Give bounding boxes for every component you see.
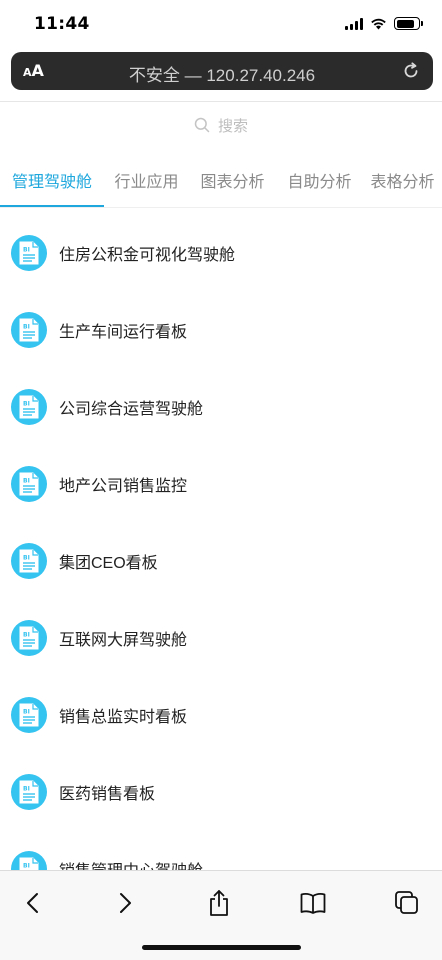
search-input[interactable]: 搜索 <box>0 112 442 138</box>
bi-report-icon: BI <box>11 311 47 348</box>
tabs-divider <box>0 207 442 208</box>
bookmarks-icon <box>300 892 326 914</box>
list-item-label: 生产车间运行看板 <box>59 323 188 341</box>
list-item-label: 公司综合运营驾驶舱 <box>59 400 204 418</box>
tabs-button[interactable] <box>393 889 421 917</box>
list-item[interactable]: BI 互联网大屏驾驶舱 <box>0 599 442 676</box>
document-icon: BI <box>19 703 39 726</box>
tab-table-analysis[interactable]: 表格分析 <box>363 160 442 206</box>
list-item[interactable]: BI 集团CEO看板 <box>0 522 442 599</box>
back-button[interactable] <box>19 889 47 917</box>
list-item-label: 住房公积金可视化驾驶舱 <box>59 246 236 264</box>
bi-report-icon: BI <box>11 234 47 271</box>
status-icons <box>345 17 423 30</box>
divider <box>0 101 442 102</box>
bi-report-icon: BI <box>11 465 47 502</box>
svg-text:BI: BI <box>23 246 30 253</box>
svg-text:BI: BI <box>23 785 30 792</box>
list-item[interactable]: BI 销售总监实时看板 <box>0 676 442 753</box>
list-item-label: 互联网大屏驾驶舱 <box>59 631 188 649</box>
share-button[interactable] <box>205 889 233 917</box>
list-item-label: 集团CEO看板 <box>59 554 158 572</box>
bi-report-icon: BI <box>11 542 47 579</box>
document-icon: BI <box>19 395 39 418</box>
document-icon: BI <box>19 318 39 341</box>
tab-chart-analysis[interactable]: 图表分析 <box>189 160 276 206</box>
address-bar[interactable]: AA 不安全 — 120.27.40.246 <box>11 52 433 90</box>
tab-self-service-analysis[interactable]: 自助分析 <box>276 160 363 206</box>
bookmarks-button[interactable] <box>299 889 327 917</box>
list-item[interactable]: BI 生产车间运行看板 <box>0 291 442 368</box>
tab-industry-applications[interactable]: 行业应用 <box>104 160 189 206</box>
bi-report-icon: BI <box>11 388 47 425</box>
forward-button[interactable] <box>111 889 139 917</box>
svg-text:BI: BI <box>23 554 30 561</box>
document-icon: BI <box>19 241 39 264</box>
share-icon <box>210 890 228 916</box>
search-icon <box>194 117 210 133</box>
document-icon: BI <box>19 472 39 495</box>
bi-report-icon: BI <box>11 696 47 733</box>
back-icon <box>27 893 38 913</box>
home-indicator <box>142 945 301 950</box>
document-icon: BI <box>19 549 39 572</box>
bi-report-icon: BI <box>11 619 47 656</box>
category-tabs: 管理驾驶舱 行业应用 图表分析 自助分析 表格分析 <box>0 160 442 208</box>
list-item[interactable]: BI 医药销售看板 <box>0 753 442 830</box>
search-placeholder: 搜索 <box>217 116 248 135</box>
svg-text:BI: BI <box>23 862 30 869</box>
status-time: 11:44 <box>34 14 90 34</box>
list-item-label: 地产公司销售监控 <box>59 477 188 495</box>
svg-text:BI: BI <box>23 708 30 715</box>
document-icon: BI <box>19 780 39 803</box>
reload-icon[interactable] <box>401 61 421 81</box>
forward-icon <box>120 893 131 913</box>
tabs-icon <box>395 891 418 914</box>
bi-report-icon: BI <box>11 773 47 810</box>
svg-text:BI: BI <box>23 323 30 330</box>
wifi-icon <box>371 18 386 30</box>
list-item[interactable]: BI 地产公司销售监控 <box>0 445 442 522</box>
svg-text:BI: BI <box>23 631 30 638</box>
list-item-label: 销售总监实时看板 <box>59 708 188 726</box>
list-item[interactable]: BI 住房公积金可视化驾驶舱 <box>0 214 442 291</box>
cellular-signal-icon <box>345 17 363 30</box>
battery-icon <box>394 17 423 30</box>
svg-text:BI: BI <box>23 477 30 484</box>
list-item-label: 医药销售看板 <box>59 785 156 803</box>
document-icon: BI <box>19 626 39 649</box>
status-bar: 11:44 <box>0 0 442 52</box>
svg-text:BI: BI <box>23 400 30 407</box>
url-text[interactable]: 不安全 — 120.27.40.246 <box>11 61 433 86</box>
tab-management-cockpit[interactable]: 管理驾驶舱 <box>0 160 104 206</box>
list-item[interactable]: BI 公司综合运营驾驶舱 <box>0 368 442 445</box>
